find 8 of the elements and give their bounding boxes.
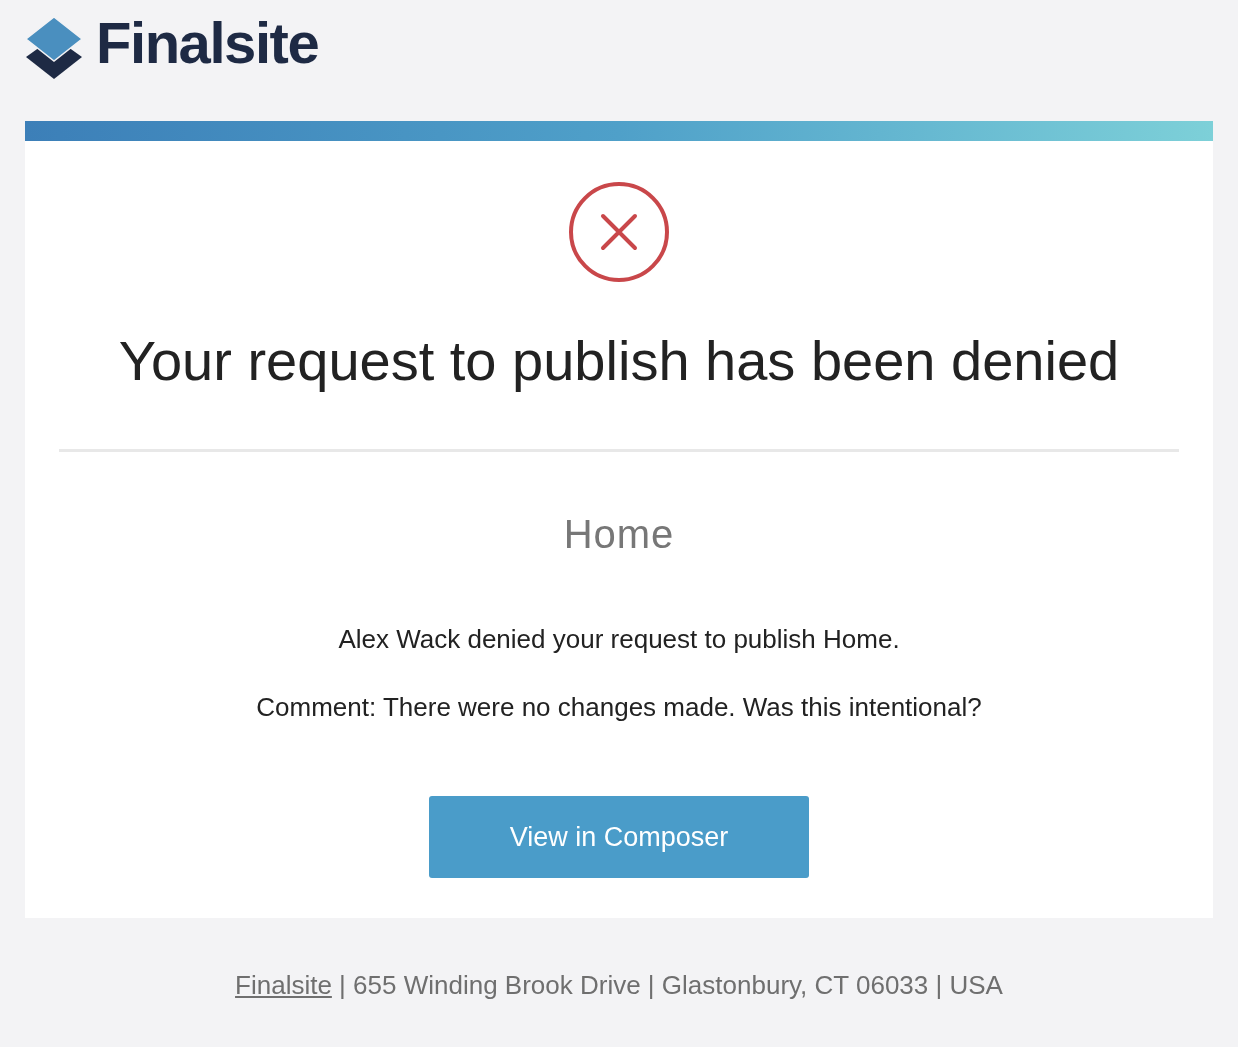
footer-address: Finalsite | 655 Winding Brook Drive | Glastonbury, CT 06033 | USA: [234, 969, 1004, 1002]
message-text: Alex Wack denied your request to publish Home.: [338, 626, 900, 652]
footer-link[interactable]: Finalsite: [235, 970, 332, 1000]
logo-icon: [24, 15, 84, 81]
view-in-composer-button[interactable]: View in Composer: [429, 796, 809, 878]
logo-wordmark: Finalsite: [96, 14, 319, 72]
message-text: Comment: There were no changes made. Was this intentional?: [256, 694, 982, 720]
page-name: Home: [563, 514, 675, 554]
